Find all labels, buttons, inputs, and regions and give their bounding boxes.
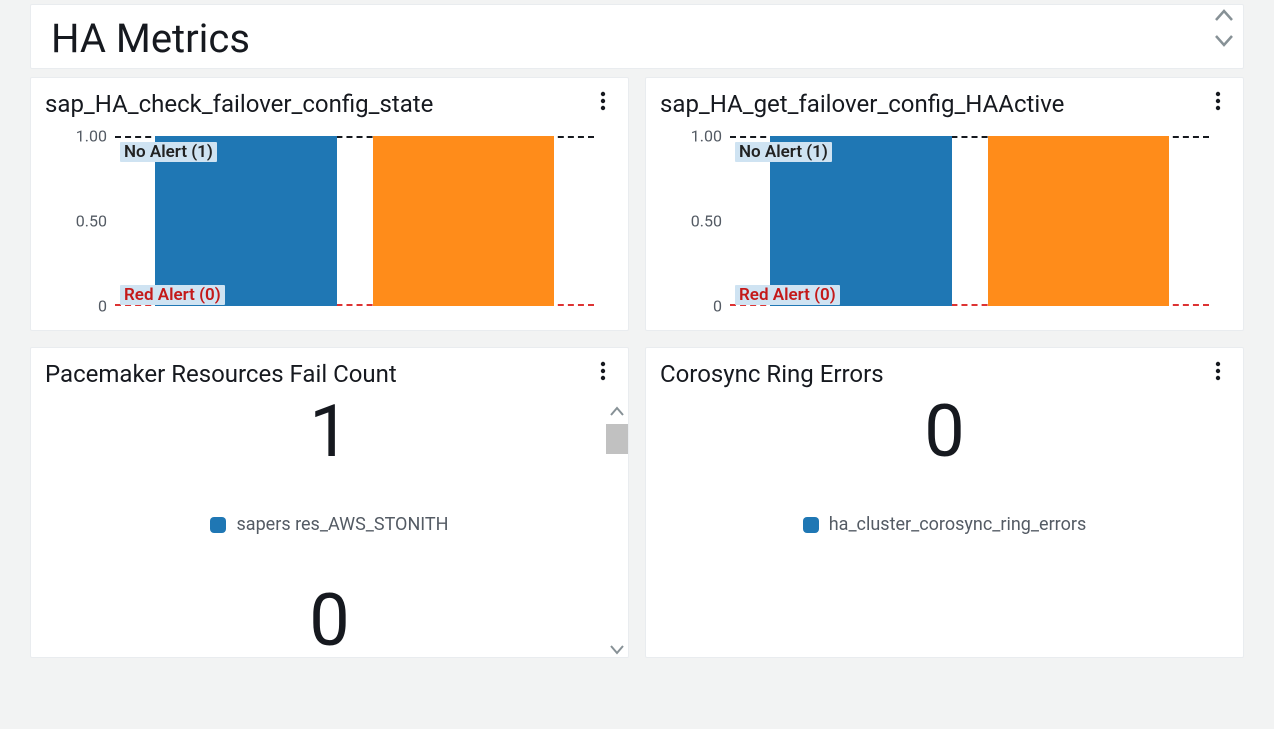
stat-value-primary: 0 (660, 396, 1229, 468)
panel-corosync-ring-errors: Corosync Ring Errors 0 ha_cluster_corosy… (645, 347, 1244, 658)
y-tick-max: 1.00 (680, 127, 722, 146)
row-charts: sap_HA_check_failover_config_state 1.00 … (30, 77, 1244, 331)
panel-title: sap_HA_get_failover_config_HAActive (660, 90, 1064, 118)
panel-menu-button[interactable] (1207, 90, 1229, 112)
panel-pacemaker-fail-count: Pacemaker Resources Fail Count 1 sapers … (30, 347, 629, 658)
chevron-down-icon[interactable] (1215, 35, 1233, 47)
chevron-up-icon[interactable] (610, 406, 624, 416)
y-tick-max: 1.00 (65, 127, 107, 146)
panel-menu-button[interactable] (592, 90, 614, 112)
stat-value-secondary: 0 (45, 585, 614, 657)
stat-value-primary: 1 (45, 396, 614, 468)
annotation-red-alert: Red Alert (0) (120, 285, 225, 305)
bar-series-2 (988, 136, 1170, 306)
panel-failover-config-haactive: sap_HA_get_failover_config_HAActive 1.00… (645, 77, 1244, 331)
panel-menu-button[interactable] (592, 360, 614, 382)
legend-label: sapers res_AWS_STONITH (236, 514, 448, 535)
chart-area: 1.00 0.50 0 No Alert (1) Red Alert (0) (45, 126, 614, 316)
legend-label: ha_cluster_corosync_ring_errors (829, 514, 1087, 535)
y-tick-min: 0 (680, 297, 722, 316)
y-tick-min: 0 (65, 297, 107, 316)
y-tick-mid: 0.50 (65, 212, 107, 231)
scrollbar-thumb[interactable] (606, 424, 628, 454)
panel-title: sap_HA_check_failover_config_state (45, 90, 433, 118)
panel-title: Corosync Ring Errors (660, 360, 884, 388)
panel-failover-config-state: sap_HA_check_failover_config_state 1.00 … (30, 77, 629, 331)
legend-swatch-icon (210, 517, 226, 533)
panel-menu-button[interactable] (1207, 360, 1229, 382)
y-tick-mid: 0.50 (680, 212, 722, 231)
annotation-no-alert: No Alert (1) (735, 142, 832, 162)
legend: ha_cluster_corosync_ring_errors (660, 514, 1229, 535)
legend-swatch-icon (803, 517, 819, 533)
legend: sapers res_AWS_STONITH (45, 514, 614, 535)
bar-series-2 (373, 136, 555, 306)
chevron-down-icon[interactable] (610, 645, 624, 655)
chart-area: 1.00 0.50 0 No Alert (1) Red Alert (0) (660, 126, 1229, 316)
header-card: HA Metrics (30, 4, 1244, 69)
header-scroll-controls (1215, 9, 1233, 47)
panel-title: Pacemaker Resources Fail Count (45, 360, 397, 388)
chevron-up-icon[interactable] (1215, 9, 1233, 21)
annotation-no-alert: No Alert (1) (120, 142, 217, 162)
row-stats: Pacemaker Resources Fail Count 1 sapers … (30, 347, 1244, 658)
annotation-red-alert: Red Alert (0) (735, 285, 840, 305)
page-title: HA Metrics (51, 15, 1223, 62)
